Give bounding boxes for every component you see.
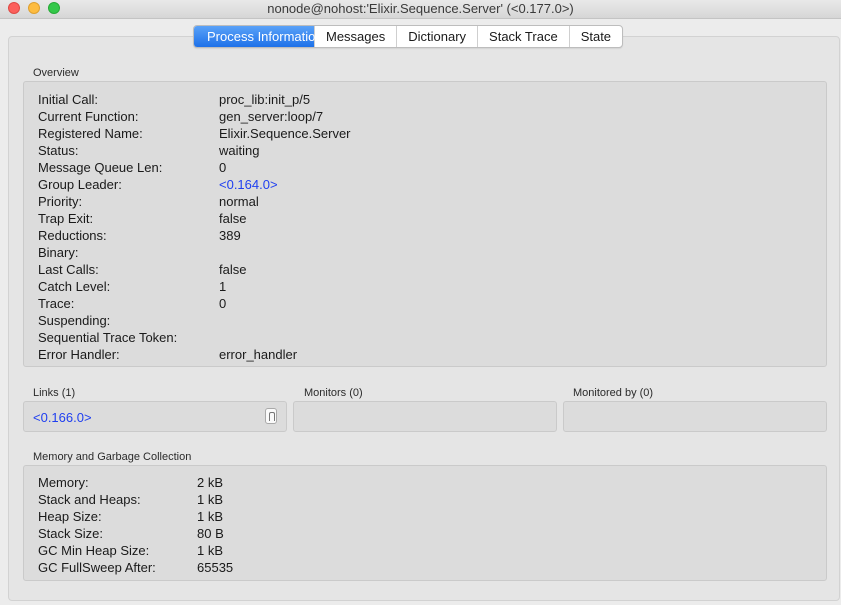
memory-key: GC FullSweep After: bbox=[38, 560, 156, 575]
overview-value: 0 bbox=[219, 296, 227, 311]
overview-value: Elixir.Sequence.Server bbox=[219, 126, 351, 141]
overview-value: proc_lib:init_p/5 bbox=[219, 92, 311, 107]
memory-value: 1 kB bbox=[197, 492, 224, 507]
overview-value: false bbox=[219, 262, 247, 277]
overview-box: Initial Call: proc_lib:init_p/5 Current … bbox=[23, 81, 827, 367]
memory-key: Stack Size: bbox=[38, 526, 104, 541]
link-item[interactable]: <0.166.0> bbox=[33, 409, 92, 426]
overview-key: Reductions: bbox=[38, 228, 107, 243]
tab-stack-trace[interactable]: Stack Trace bbox=[478, 26, 570, 47]
overview-key: Suspending: bbox=[38, 313, 111, 328]
overview-key: Message Queue Len: bbox=[38, 160, 163, 175]
overview-key: Catch Level: bbox=[38, 279, 111, 294]
overview-label: Overview bbox=[33, 67, 79, 79]
tab-bar: Process Information Messages Dictionary … bbox=[193, 25, 624, 48]
tab-messages[interactable]: Messages bbox=[315, 26, 398, 47]
links-label: Links (1) bbox=[33, 387, 76, 399]
overview-key: Priority: bbox=[38, 194, 83, 209]
overview-key: Error Handler: bbox=[38, 347, 120, 362]
overview-value: error_handler bbox=[219, 347, 298, 362]
overview-value: 389 bbox=[219, 228, 241, 243]
overview-key: Sequential Trace Token: bbox=[38, 330, 178, 345]
tab-process-information[interactable]: Process Information bbox=[194, 26, 323, 47]
memory-key: Heap Size: bbox=[38, 509, 102, 524]
memory-key: GC Min Heap Size: bbox=[38, 543, 150, 558]
monitored-by-label: Monitored by (0) bbox=[573, 387, 654, 399]
memory-value: 2 kB bbox=[197, 475, 224, 490]
memory-value: 80 B bbox=[197, 526, 224, 541]
overview-value: normal bbox=[219, 194, 259, 209]
overview-value: 0 bbox=[219, 160, 227, 175]
overview-key: Status: bbox=[38, 143, 79, 158]
overview-key: Trap Exit: bbox=[38, 211, 94, 226]
title-bar: nonode@nohost:'Elixir.Sequence.Server' (… bbox=[0, 0, 841, 19]
overview-value: false bbox=[219, 211, 247, 226]
memory-box: Memory: 2 kB Stack and Heaps: 1 kB Heap … bbox=[23, 465, 827, 581]
memory-value: 1 kB bbox=[197, 509, 224, 524]
memory-key: Memory: bbox=[38, 475, 89, 490]
window-title: nonode@nohost:'Elixir.Sequence.Server' (… bbox=[267, 1, 574, 16]
monitored-by-box bbox=[563, 401, 827, 432]
overview-key: Group Leader: bbox=[38, 177, 122, 192]
monitors-label: Monitors (0) bbox=[304, 387, 363, 399]
overview-key: Trace: bbox=[38, 296, 75, 311]
memory-key: Stack and Heaps: bbox=[38, 492, 141, 507]
links-box: <0.166.0> bbox=[23, 401, 287, 432]
monitors-box bbox=[293, 401, 557, 432]
overview-key: Binary: bbox=[38, 245, 79, 260]
overview-key: Last Calls: bbox=[38, 262, 99, 277]
memory-value: 65535 bbox=[197, 560, 234, 575]
overview-value: gen_server:loop/7 bbox=[219, 109, 324, 124]
memory-label: Memory and Garbage Collection bbox=[33, 451, 192, 463]
tab-dictionary[interactable]: Dictionary bbox=[397, 26, 479, 47]
links-scroll-handle[interactable] bbox=[265, 408, 277, 424]
overview-value: waiting bbox=[219, 143, 260, 158]
overview-key: Initial Call: bbox=[38, 92, 98, 107]
group-leader-link[interactable]: <0.164.0> bbox=[219, 176, 278, 193]
overview-key: Current Function: bbox=[38, 109, 139, 124]
overview-key: Registered Name: bbox=[38, 126, 143, 141]
memory-value: 1 kB bbox=[197, 543, 224, 558]
tab-state[interactable]: State bbox=[570, 26, 622, 47]
overview-value: 1 bbox=[219, 279, 227, 294]
